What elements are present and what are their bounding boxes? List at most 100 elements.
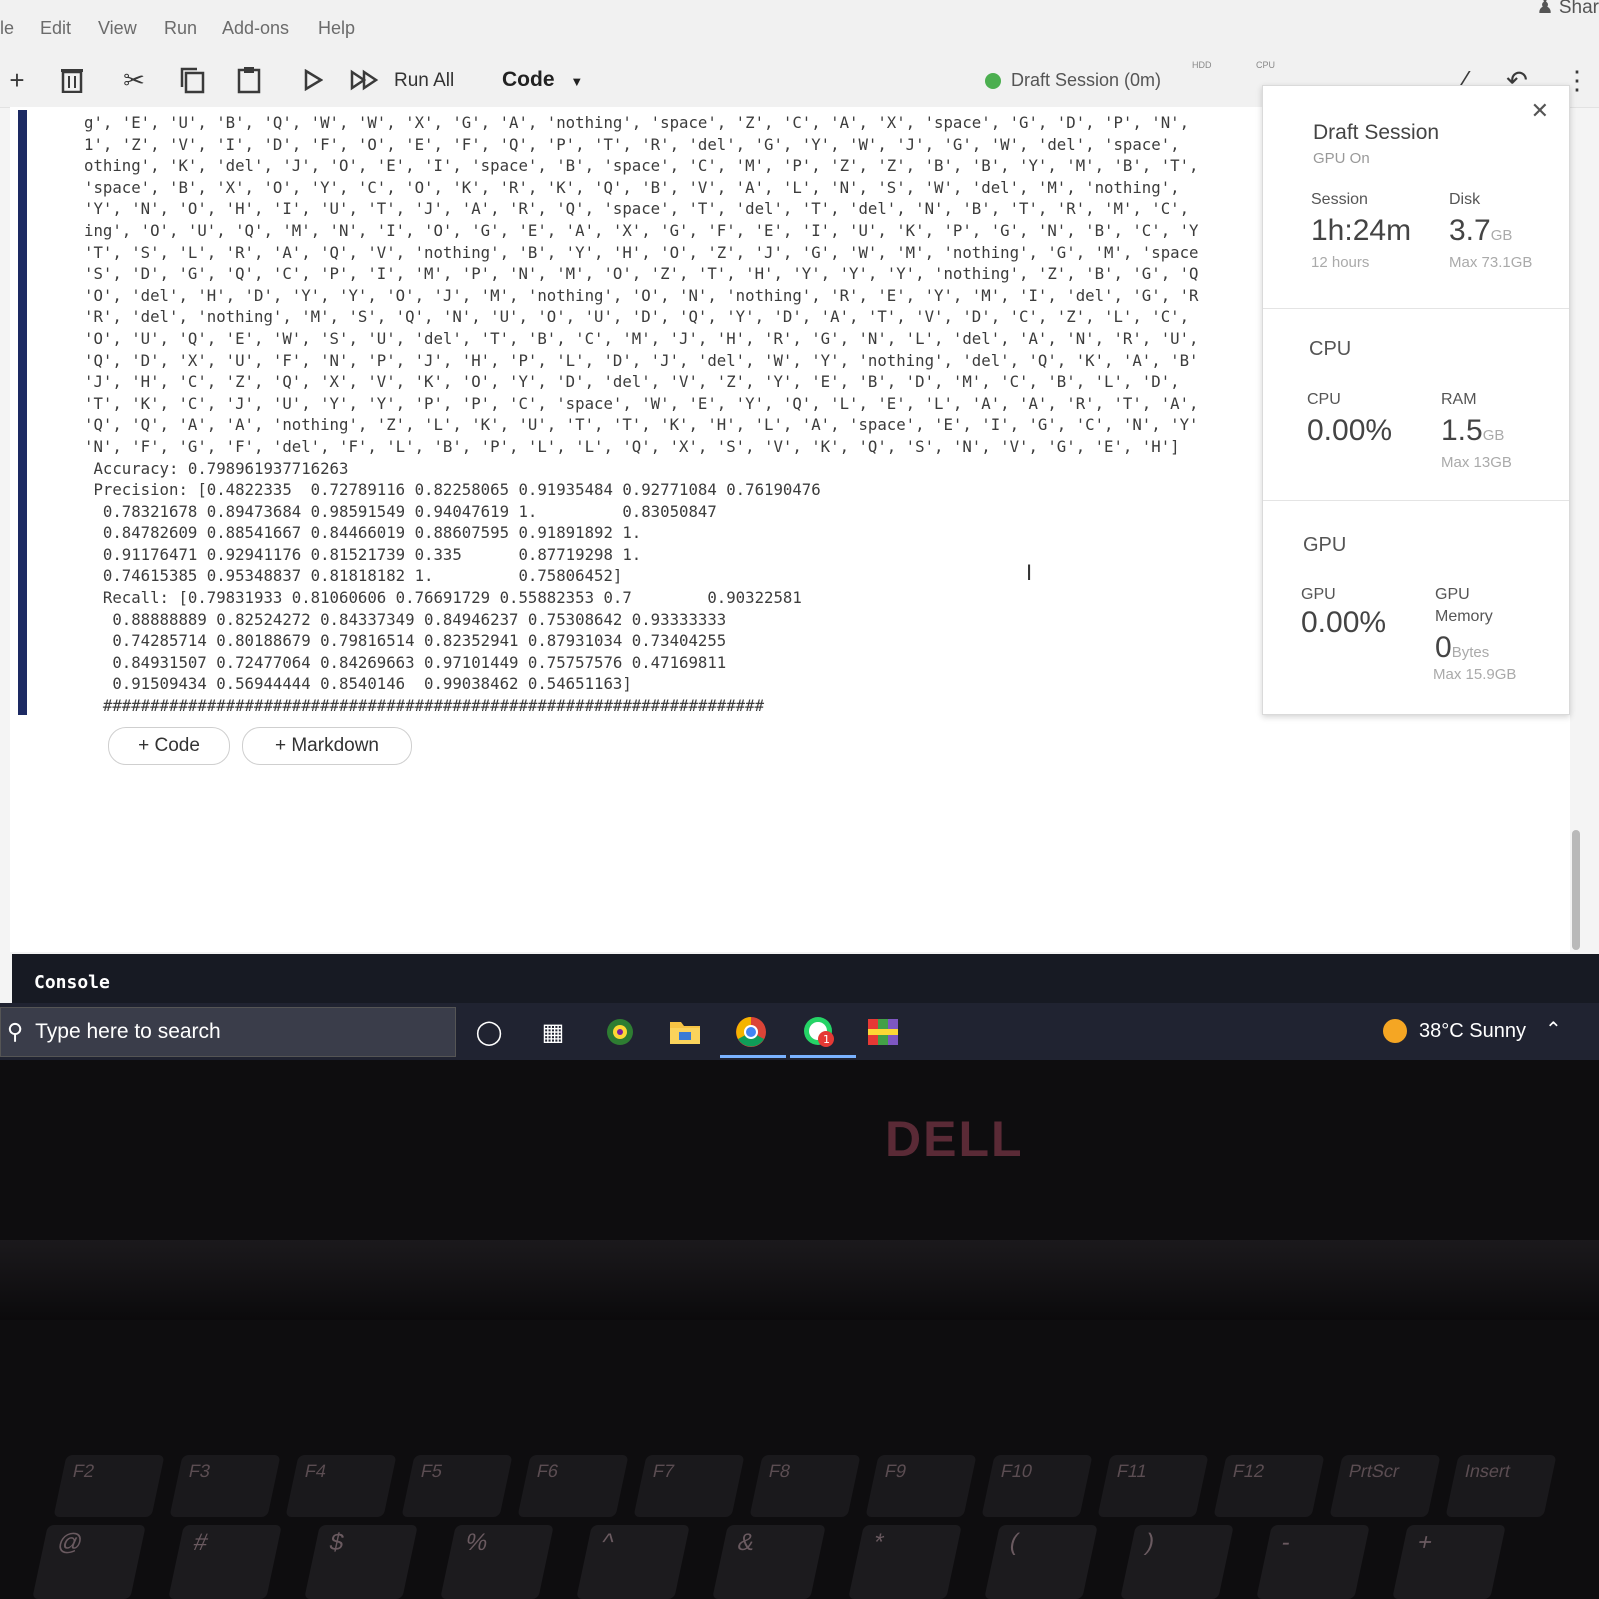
- disk-max: Max 73.1GB: [1449, 254, 1533, 271]
- add-cell-icon[interactable]: +: [0, 63, 34, 97]
- gpu-memory-value: 0Bytes: [1435, 631, 1490, 664]
- keyboard-key: F12: [1213, 1455, 1325, 1517]
- cut-icon[interactable]: ✂: [117, 63, 151, 97]
- keyboard-key: F3: [169, 1455, 281, 1517]
- caret-down-icon: ▼: [570, 74, 584, 89]
- menu-file[interactable]: le: [0, 18, 14, 39]
- paste-icon[interactable]: [232, 63, 266, 97]
- keyboard-key: (: [984, 1525, 1098, 1599]
- keyboard-key: F5: [401, 1455, 513, 1517]
- run-all-icon[interactable]: [348, 63, 382, 97]
- screen: le Edit View Run Add-ons Help ♟ Shar + ✂…: [0, 0, 1599, 1060]
- session-status[interactable]: Draft Session (0m): [985, 70, 1161, 91]
- keyboard-key: F2: [53, 1455, 165, 1517]
- keyboard-key: F4: [285, 1455, 397, 1517]
- gpu-section-title: GPU: [1303, 534, 1347, 556]
- task-view-icon[interactable]: ▦: [536, 1015, 570, 1049]
- console-bar[interactable]: Console: [12, 954, 1599, 1008]
- chevron-up-icon[interactable]: ⌃: [1545, 1017, 1562, 1042]
- cpu-section-title: CPU: [1309, 338, 1352, 360]
- cortana-icon[interactable]: ◯: [472, 1015, 506, 1049]
- delete-icon[interactable]: [55, 63, 89, 97]
- keyboard-key: F11: [1097, 1455, 1209, 1517]
- keyboard-key: PrtScr: [1329, 1455, 1441, 1517]
- add-markdown-cell-button[interactable]: + Markdown: [242, 727, 412, 765]
- status-dot-icon: [985, 72, 1001, 89]
- keyboard-key: F10: [981, 1455, 1093, 1517]
- gpu-memory-label-2: Memory: [1435, 608, 1493, 625]
- weather-widget[interactable]: 38°C Sunny: [1383, 1019, 1526, 1043]
- ram-label: RAM: [1441, 391, 1477, 408]
- ram-value: 1.5GB: [1441, 414, 1505, 447]
- run-all-button[interactable]: Run All: [394, 70, 454, 92]
- taskbar-search-box[interactable]: ⚲ Type here to search: [0, 1007, 456, 1057]
- panel-divider: [1263, 308, 1569, 309]
- cell-type-dropdown[interactable]: Code ▼: [502, 68, 583, 92]
- laptop-logo: DELL: [885, 1111, 1024, 1167]
- search-icon: ⚲: [7, 1019, 24, 1044]
- keyboard-key: %: [440, 1525, 554, 1599]
- keyboard-key: F6: [517, 1455, 629, 1517]
- svg-text:1: 1: [823, 1033, 830, 1046]
- scrollbar[interactable]: [1572, 830, 1580, 950]
- cpu-tab[interactable]: CPU: [1256, 61, 1275, 70]
- disk-value: 3.7GB: [1449, 214, 1513, 247]
- windows-taskbar: ⚲ Type here to search ◯ ▦ 1 38°C Sunny ⌃: [0, 1003, 1599, 1060]
- run-cell-icon[interactable]: [296, 63, 330, 97]
- sun-icon: [1383, 1019, 1407, 1043]
- panel-subtitle: GPU On: [1313, 150, 1370, 167]
- keyboard-key: F8: [749, 1455, 861, 1517]
- menu-run[interactable]: Run: [164, 18, 197, 39]
- panel-title: Draft Session: [1313, 121, 1440, 144]
- text-cursor-icon: I: [1026, 560, 1033, 585]
- menu-bar: le Edit View Run Add-ons Help ♟ Shar: [0, 0, 1599, 55]
- app-icon[interactable]: [603, 1015, 637, 1049]
- menu-view[interactable]: View: [98, 18, 137, 39]
- session-max: 12 hours: [1311, 254, 1370, 271]
- keyboard-key: &: [712, 1525, 826, 1599]
- copy-icon[interactable]: [175, 63, 209, 97]
- gpu-memory-label: GPU: [1435, 586, 1470, 603]
- session-info-panel: ✕ Draft Session GPU On Session 1h:24m 12…: [1262, 85, 1570, 715]
- hdd-tab[interactable]: HDD: [1192, 61, 1212, 70]
- active-app-indicator: [720, 1055, 786, 1058]
- cell-output: g', 'E', 'U', 'B', 'Q', 'W', 'W', 'X', '…: [84, 113, 1199, 716]
- keyboard-key: *: [848, 1525, 962, 1599]
- user-icon: ♟: [1536, 0, 1554, 18]
- keyboard-key: ^: [576, 1525, 690, 1599]
- keyboard-key: $: [304, 1525, 418, 1599]
- menu-edit[interactable]: Edit: [40, 18, 71, 39]
- session-label: Session: [1311, 191, 1368, 208]
- menu-help[interactable]: Help: [318, 18, 355, 39]
- whatsapp-icon[interactable]: 1: [802, 1015, 836, 1049]
- gpu-memory-max: Max 15.9GB: [1433, 666, 1517, 683]
- keyboard-key: #: [168, 1525, 282, 1599]
- laptop-hinge: [0, 1240, 1599, 1320]
- archive-app-icon[interactable]: [866, 1015, 900, 1049]
- gpu-value: 0.00%: [1301, 606, 1387, 639]
- keyboard-key: F9: [865, 1455, 977, 1517]
- panel-divider: [1263, 500, 1569, 501]
- menu-add-ons[interactable]: Add-ons: [222, 18, 289, 39]
- add-code-cell-button[interactable]: + Code: [108, 727, 230, 765]
- chrome-icon[interactable]: [734, 1015, 768, 1049]
- keyboard-key: Insert: [1445, 1455, 1557, 1517]
- file-explorer-icon[interactable]: [668, 1015, 702, 1049]
- ram-max: Max 13GB: [1441, 454, 1512, 471]
- close-icon[interactable]: ✕: [1531, 98, 1549, 124]
- keyboard-key: F7: [633, 1455, 745, 1517]
- share-button[interactable]: ♟ Shar: [1537, 0, 1599, 19]
- keyboard-key: +: [1392, 1525, 1506, 1599]
- gpu-label: GPU: [1301, 586, 1336, 603]
- disk-label: Disk: [1449, 191, 1481, 208]
- keyboard-key: @: [32, 1525, 146, 1599]
- keyboard-key: -: [1256, 1525, 1370, 1599]
- cpu-label: CPU: [1307, 391, 1341, 408]
- console-label: Console: [34, 972, 110, 993]
- active-app-indicator: [790, 1055, 856, 1058]
- active-cell-indicator: [18, 110, 27, 715]
- search-placeholder: Type here to search: [35, 1020, 221, 1043]
- cpu-value: 0.00%: [1307, 414, 1393, 447]
- session-value: 1h:24m: [1311, 214, 1412, 247]
- keyboard-key: ): [1120, 1525, 1234, 1599]
